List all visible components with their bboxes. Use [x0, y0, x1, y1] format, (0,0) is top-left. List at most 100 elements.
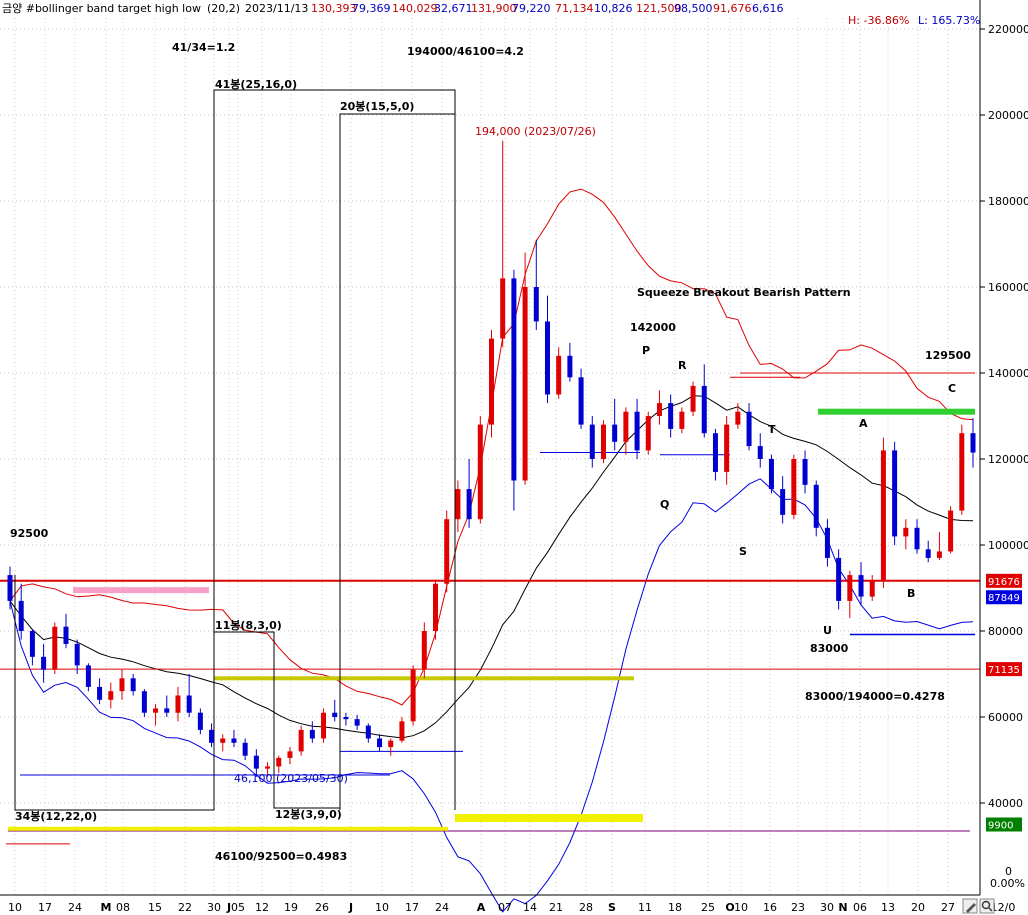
candle-body — [869, 581, 875, 597]
candle-body — [511, 278, 517, 481]
x-tick-label: 08 — [116, 901, 130, 914]
y-tick-label: 120000 — [988, 453, 1028, 466]
candle-body — [544, 321, 550, 395]
annotation: T — [768, 423, 776, 436]
header-v8: 10,826 — [594, 2, 633, 15]
candle-body — [7, 575, 13, 601]
annotation: 194,000 (2023/07/26) — [475, 125, 596, 138]
candle-body — [455, 489, 461, 520]
x-tick-label: 25 — [701, 901, 715, 914]
x-tick-label: 05 — [231, 901, 245, 914]
candle-body — [108, 691, 114, 700]
candle-body — [690, 385, 696, 412]
y-tick-label: 140000 — [988, 367, 1028, 380]
header-low-pct: L: 165.73% — [918, 14, 980, 27]
x-tick-label: 12 — [255, 901, 269, 914]
candle-body — [701, 385, 707, 434]
candle-body — [197, 712, 203, 730]
header-v7: 71,134 — [555, 2, 594, 15]
annotation: 12봉(3,9,0) — [275, 808, 342, 821]
x-tick-label: 21 — [549, 901, 563, 914]
x-tick-label: 20 — [911, 901, 925, 914]
x-tick-label: 24 — [435, 901, 449, 914]
candle-body — [41, 656, 47, 670]
header-v5: 131,900 — [471, 2, 517, 15]
candle-body — [321, 712, 327, 739]
candle-body — [589, 424, 595, 459]
x-tick-label: 11 — [638, 901, 652, 914]
candle-body — [130, 678, 136, 692]
x-tick-label: 17 — [405, 901, 419, 914]
candle-body — [500, 278, 506, 339]
candle-body — [880, 450, 886, 582]
x-tick-label: 10 — [734, 901, 748, 914]
candle-body — [253, 755, 259, 769]
candle-body — [97, 686, 103, 700]
candle-body — [813, 484, 819, 528]
candle-body — [948, 510, 954, 552]
band-green — [818, 408, 975, 415]
candle-body — [433, 583, 439, 631]
candle-body — [444, 519, 450, 584]
candle-body — [757, 446, 763, 459]
band-yellow-low — [455, 814, 643, 823]
x-tick-label: 14 — [523, 901, 537, 914]
header-v4: 32,671 — [434, 2, 473, 15]
candle-body — [209, 729, 215, 743]
candle-body — [421, 631, 427, 670]
x-tick-label: 30 — [207, 901, 221, 914]
candle-body — [802, 459, 808, 485]
y-tick-label: 180000 — [988, 195, 1028, 208]
header-params: (20,2) — [207, 2, 240, 15]
candle-body — [231, 738, 237, 743]
candle-body — [746, 411, 752, 447]
candle-body — [735, 411, 741, 425]
annotation: P — [642, 344, 650, 357]
annotation: S — [739, 545, 747, 558]
y-tick-label: 200000 — [988, 109, 1028, 122]
candle-body — [522, 287, 528, 481]
x-tick-label: 16 — [763, 901, 777, 914]
x-tick-label: 10 — [8, 901, 22, 914]
candle-body — [791, 459, 797, 515]
y-tick-label: 60000 — [988, 711, 1023, 724]
candle-body — [556, 355, 562, 395]
candle-body — [153, 708, 159, 713]
header-v6: 79,220 — [512, 2, 551, 15]
annotation: 194000/46100=4.2 — [407, 45, 524, 58]
x-tick-label: J — [348, 901, 353, 914]
candle-body — [970, 433, 976, 453]
annotation: Squeeze Breakout Bearish Pattern — [637, 286, 851, 299]
price-tag-label: 91676 — [988, 577, 1020, 588]
annotation: 46100/92500=0.4983 — [215, 850, 347, 863]
header-v3: 140,029 — [392, 2, 438, 15]
y-tick-label: 220000 — [988, 23, 1028, 36]
header-date: 2023/11/13 — [245, 2, 308, 15]
candle-body — [567, 355, 573, 378]
candle-body — [85, 665, 91, 687]
annotation: R — [678, 359, 687, 372]
x-tick-label: 22 — [178, 901, 192, 914]
y-tick-label: 160000 — [988, 281, 1028, 294]
header-v1: 130,393 — [311, 2, 357, 15]
candle-body — [612, 424, 618, 442]
candle-body — [477, 424, 483, 520]
candle-body — [309, 729, 315, 739]
candle-body — [712, 433, 718, 472]
candle-body — [63, 626, 69, 644]
x-tick-label: 06 — [853, 901, 867, 914]
annotation: Q — [660, 498, 669, 511]
candle-body — [892, 450, 898, 537]
header-v2: 79,369 — [352, 2, 391, 15]
annotation: 41봉(25,16,0) — [215, 78, 297, 91]
candle-body — [768, 459, 774, 490]
candle-body — [780, 489, 786, 515]
candle-body — [959, 433, 965, 511]
x-tick-label: 23 — [791, 901, 805, 914]
x-axis-labels: 10 17 24 M 08 15 22 30 J 05 12 19 26 J 10 17 24 A 07 14 21 28… — [8, 901, 1015, 914]
candle-body — [298, 729, 304, 752]
x-tick-label: 28 — [579, 901, 593, 914]
x-tick-label: 26 — [315, 901, 329, 914]
candle-body — [466, 489, 472, 520]
y-tick-label: 80000 — [988, 625, 1023, 638]
